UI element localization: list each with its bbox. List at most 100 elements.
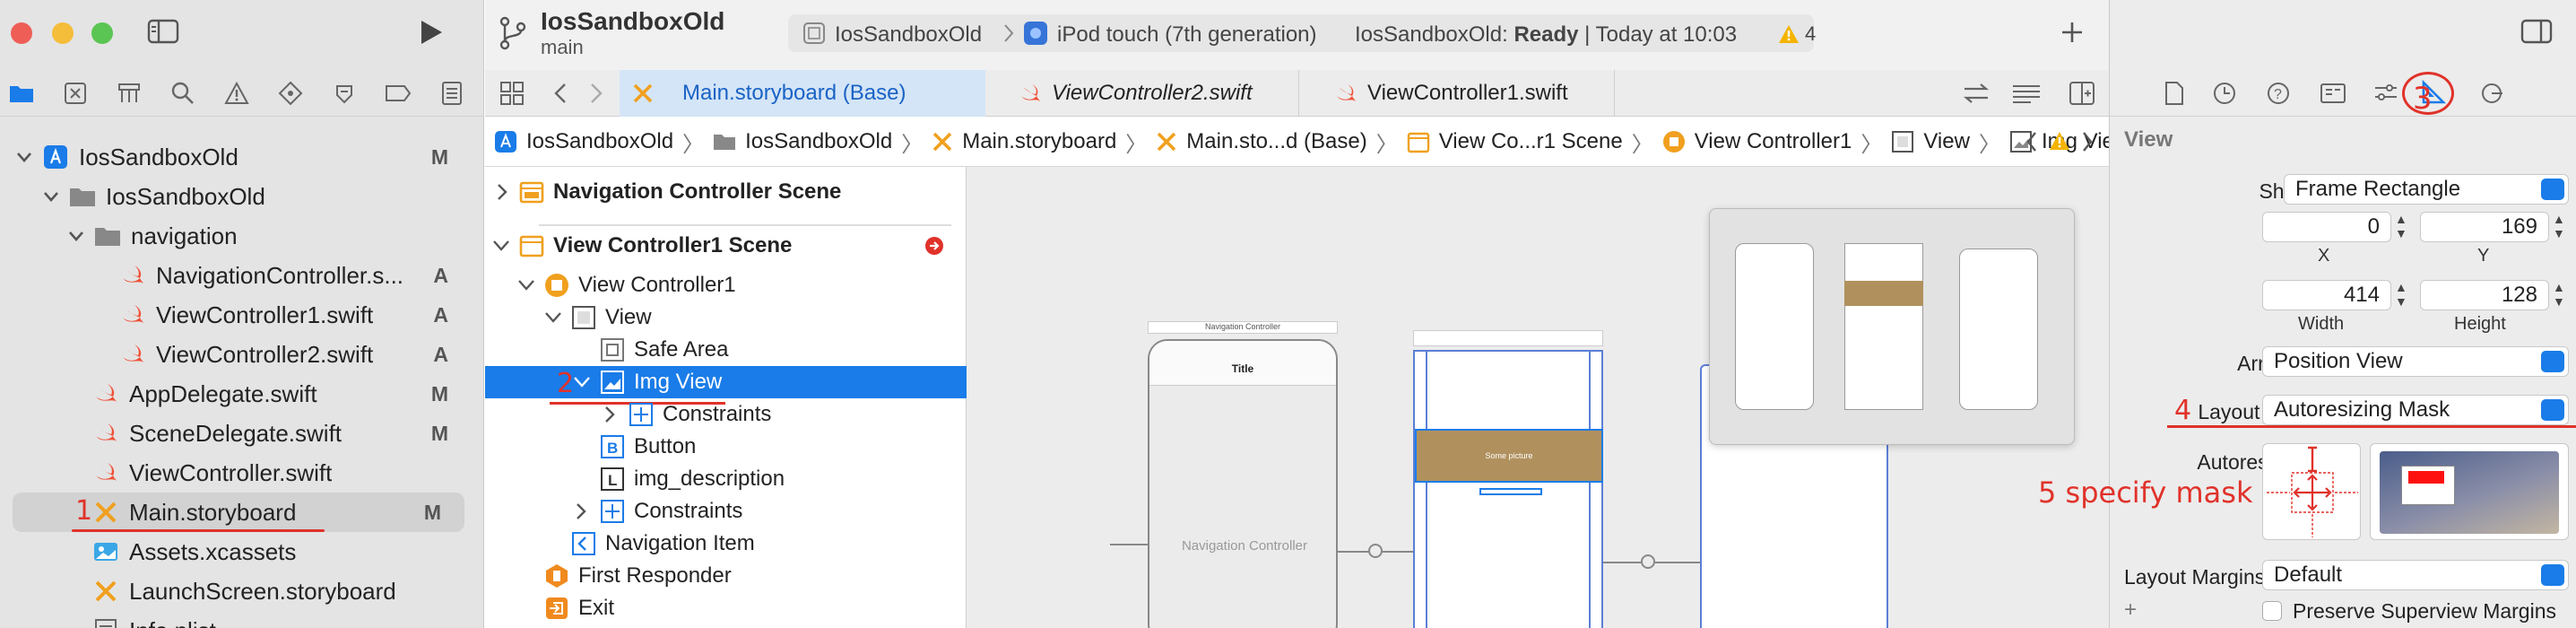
autoresizing-mask-editor[interactable] <box>2262 443 2361 540</box>
autoresizing-struts-springs[interactable] <box>2263 444 2362 541</box>
outline-item[interactable]: Navigation Item <box>485 528 967 560</box>
chevron-right-icon[interactable] <box>603 406 616 423</box>
breadcrumb-item[interactable]: View Co...r1 Scene <box>1439 129 1623 154</box>
zoom-window-button[interactable] <box>91 22 113 44</box>
outline-item[interactable]: Constraints <box>485 495 967 528</box>
related-items-icon[interactable] <box>1963 83 1990 104</box>
layout-popup[interactable]: Autoresizing Mask <box>2262 395 2569 425</box>
tab-viewcontroller1[interactable]: ViewController1.swift <box>1299 70 1615 117</box>
breadcrumb-item[interactable]: Main.sto...d (Base) <box>1186 129 1366 154</box>
breakpoint-icon[interactable] <box>382 77 414 109</box>
outline-item[interactable]: Safe Area <box>485 334 967 366</box>
outline-item[interactable]: B Button <box>485 431 967 463</box>
outline-item[interactable]: Exit <box>485 592 967 624</box>
help-icon[interactable]: ? <box>2266 81 2291 106</box>
preserve-margins-checkbox[interactable] <box>2262 601 2282 621</box>
device-selector[interactable]: iPod touch (7th generation) <box>1057 22 1317 48</box>
run-play-icon[interactable] <box>418 18 445 47</box>
list-item[interactable]: SceneDelegate.swift M <box>0 414 484 453</box>
width-stepper[interactable]: ▲ ▼ <box>2395 280 2415 310</box>
history-icon[interactable] <box>2212 81 2237 106</box>
symbol-icon[interactable] <box>113 77 145 109</box>
issue-icon[interactable] <box>221 77 253 109</box>
back-icon[interactable] <box>553 83 568 104</box>
outline-item[interactable]: First Responder <box>485 560 967 592</box>
x-stepper[interactable]: ▲ ▼ <box>2395 212 2415 242</box>
forward-icon[interactable] <box>589 83 603 104</box>
outline-item[interactable]: View Controller1 <box>485 269 967 301</box>
arrange-popup[interactable]: Position View <box>2262 346 2569 377</box>
chevron-right-icon[interactable] <box>575 502 587 520</box>
height-field[interactable]: 128 <box>2420 280 2549 310</box>
tab-main-storyboard[interactable]: Main.storyboard (Base) <box>620 70 985 117</box>
list-item[interactable]: ViewController2.swift A <box>0 335 484 374</box>
report-icon[interactable] <box>436 77 468 109</box>
outline-item[interactable]: Constraints <box>485 398 967 431</box>
folder-icon[interactable] <box>5 77 38 109</box>
list-item[interactable]: IosSandboxOld M <box>0 137 484 177</box>
storyboard-canvas[interactable]: Navigation Controller Title Navigation C… <box>967 167 2109 628</box>
add-icon[interactable] <box>2060 20 2085 45</box>
list-item[interactable]: LaunchScreen.storyboard <box>0 571 484 611</box>
tab-viewcontroller2[interactable]: ViewController2.swift <box>985 70 1299 117</box>
y-stepper[interactable]: ▲ ▼ <box>2553 212 2572 242</box>
breadcrumb-item[interactable]: View Controller1 <box>1695 129 1852 154</box>
breadcrumb-item[interactable]: IosSandboxOld <box>745 129 892 154</box>
list-item[interactable]: ViewController1.swift A <box>0 295 484 335</box>
grid-icon[interactable] <box>499 81 525 106</box>
outline-scene[interactable]: View Controller1 Scene <box>485 230 967 262</box>
width-field[interactable]: 414 <box>2262 280 2391 310</box>
list-item[interactable]: NavigationController.s... A <box>0 256 484 295</box>
chevron-down-icon[interactable] <box>14 147 34 167</box>
chevron-down-icon[interactable] <box>41 187 61 206</box>
file-inspector-icon[interactable] <box>2164 81 2185 106</box>
selected-img-view[interactable]: Some picture <box>1415 429 1603 483</box>
toggle-inspector-icon[interactable] <box>2520 18 2553 45</box>
canvas-minimap[interactable] <box>1709 208 2075 445</box>
chevron-down-icon[interactable] <box>573 376 591 388</box>
find-icon[interactable] <box>167 77 199 109</box>
breadcrumb-item[interactable]: Main.storyboard <box>962 129 1116 154</box>
navigation-controller-scene[interactable]: Title Navigation Controller <box>1148 339 1338 628</box>
attributes-inspector-icon[interactable] <box>2373 81 2398 106</box>
breadcrumb-item[interactable]: View <box>1923 129 1970 154</box>
chevron-right-icon[interactable] <box>496 183 508 201</box>
list-item[interactable]: Assets.xcassets <box>0 532 484 571</box>
list-item[interactable]: ViewController.swift <box>0 453 484 493</box>
add-margin-icon[interactable]: + <box>2124 597 2137 623</box>
chevron-down-icon[interactable] <box>544 311 562 324</box>
chevron-down-icon[interactable] <box>517 279 535 292</box>
split-editor-icon[interactable] <box>2069 81 2095 106</box>
y-field[interactable]: 169 <box>2420 212 2549 242</box>
list-item[interactable]: IosSandboxOld <box>0 177 484 216</box>
source-control-icon[interactable] <box>59 77 91 109</box>
list-item[interactable]: Info.plist <box>0 611 484 628</box>
scheme-selector[interactable]: IosSandboxOld <box>835 22 982 48</box>
chevron-left-icon[interactable] <box>2025 131 2038 153</box>
segue-icon[interactable] <box>1368 544 1383 558</box>
debug-icon[interactable] <box>328 77 360 109</box>
close-window-button[interactable] <box>11 22 32 44</box>
connections-inspector-icon[interactable] <box>2479 81 2504 106</box>
outline-item[interactable]: View <box>485 301 967 334</box>
warning-badge[interactable]: 4 <box>1778 22 1816 46</box>
minimize-window-button[interactable] <box>52 22 74 44</box>
height-stepper[interactable]: ▲ ▼ <box>2553 280 2572 310</box>
toggle-sidebar-icon[interactable] <box>147 18 179 45</box>
list-item[interactable]: AppDelegate.swift M <box>0 374 484 414</box>
identity-inspector-icon[interactable] <box>2320 81 2346 106</box>
test-icon[interactable] <box>274 77 307 109</box>
error-arrow-icon[interactable] <box>924 236 944 256</box>
segue-icon[interactable] <box>1641 554 1655 569</box>
chevron-down-icon[interactable] <box>66 226 86 246</box>
list-item[interactable]: navigation <box>0 216 484 256</box>
chevron-down-icon[interactable] <box>492 240 510 252</box>
chevron-right-icon[interactable] <box>2081 131 2094 153</box>
outline-scene[interactable]: Navigation Controller Scene <box>485 176 967 208</box>
editor-options-icon[interactable] <box>2011 83 2042 104</box>
layout-margins-popup[interactable]: Default <box>2262 560 2569 590</box>
outline-item[interactable]: L img_description <box>485 463 967 495</box>
show-popup[interactable]: Frame Rectangle <box>2284 174 2569 205</box>
breadcrumb-item[interactable]: IosSandboxOld <box>526 129 673 154</box>
warning-icon[interactable] <box>2049 131 2070 151</box>
